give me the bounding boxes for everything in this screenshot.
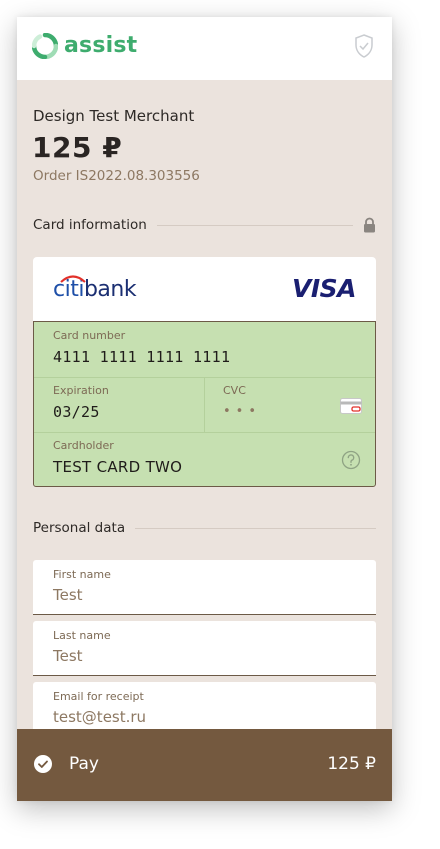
card-number-field[interactable]: Card number 4111 1111 1111 1111 bbox=[34, 322, 375, 377]
cvc-label: CVC bbox=[223, 384, 246, 397]
last-name-field[interactable]: Last name Test bbox=[33, 621, 376, 676]
expiration-field[interactable]: Expiration 03/25 bbox=[34, 378, 204, 432]
logo-text: assist bbox=[64, 33, 138, 58]
cvc-field[interactable]: CVC ••• bbox=[205, 378, 375, 432]
order-number: Order IS2022.08.303556 bbox=[33, 168, 200, 184]
card-form: citibank VISA Card number 4111 1111 1111… bbox=[33, 257, 376, 487]
citibank-arc-icon bbox=[60, 275, 86, 283]
cvc-card-icon bbox=[340, 398, 362, 414]
header: assist bbox=[17, 17, 392, 80]
help-icon[interactable] bbox=[341, 450, 361, 470]
pay-label: Pay bbox=[69, 754, 99, 774]
personal-data-header: Personal data bbox=[33, 520, 376, 536]
card-information-header: Card information bbox=[33, 217, 376, 233]
visa-logo: VISA bbox=[291, 274, 357, 303]
order-amount: 125 ₽ bbox=[32, 131, 123, 164]
divider bbox=[156, 224, 353, 226]
lock-icon bbox=[364, 217, 375, 233]
section-title: Card information bbox=[33, 217, 147, 233]
check-circle-icon bbox=[34, 755, 52, 773]
card-number-value: 4111 1111 1111 1111 bbox=[53, 348, 231, 366]
first-name-field[interactable]: First name Test bbox=[33, 560, 376, 615]
card-number-label: Card number bbox=[53, 329, 126, 342]
cardholder-value: TEST CARD TWO bbox=[53, 458, 183, 476]
first-name-value: Test bbox=[53, 586, 83, 604]
first-name-label: First name bbox=[53, 568, 111, 581]
pay-amount: 125 ₽ bbox=[327, 754, 376, 774]
expiration-label: Expiration bbox=[53, 384, 109, 397]
bank-name-part2: bank bbox=[83, 277, 137, 302]
card-fields: Card number 4111 1111 1111 1111 Expirati… bbox=[33, 321, 376, 487]
email-value: test@test.ru bbox=[53, 708, 147, 726]
cvc-value: ••• bbox=[223, 404, 262, 419]
card-header: citibank VISA bbox=[33, 257, 376, 322]
last-name-value: Test bbox=[53, 647, 83, 665]
email-label: Email for receipt bbox=[53, 690, 144, 703]
shield-check-icon bbox=[355, 34, 373, 58]
last-name-label: Last name bbox=[53, 629, 111, 642]
cardholder-label: Cardholder bbox=[53, 439, 114, 452]
cardholder-field[interactable]: Cardholder TEST CARD TWO bbox=[34, 433, 375, 486]
assist-logo-icon bbox=[32, 33, 58, 59]
merchant-name: Design Test Merchant bbox=[33, 107, 195, 125]
section-title: Personal data bbox=[33, 520, 126, 536]
payment-page: assist Design Test Merchant 125 ₽ Order … bbox=[17, 17, 392, 801]
divider bbox=[135, 527, 376, 529]
pay-button[interactable]: Pay 125 ₽ bbox=[17, 729, 392, 801]
assist-logo: assist bbox=[32, 33, 137, 59]
expiration-value: 03/25 bbox=[53, 403, 100, 421]
bank-logo: citibank bbox=[53, 275, 137, 304]
